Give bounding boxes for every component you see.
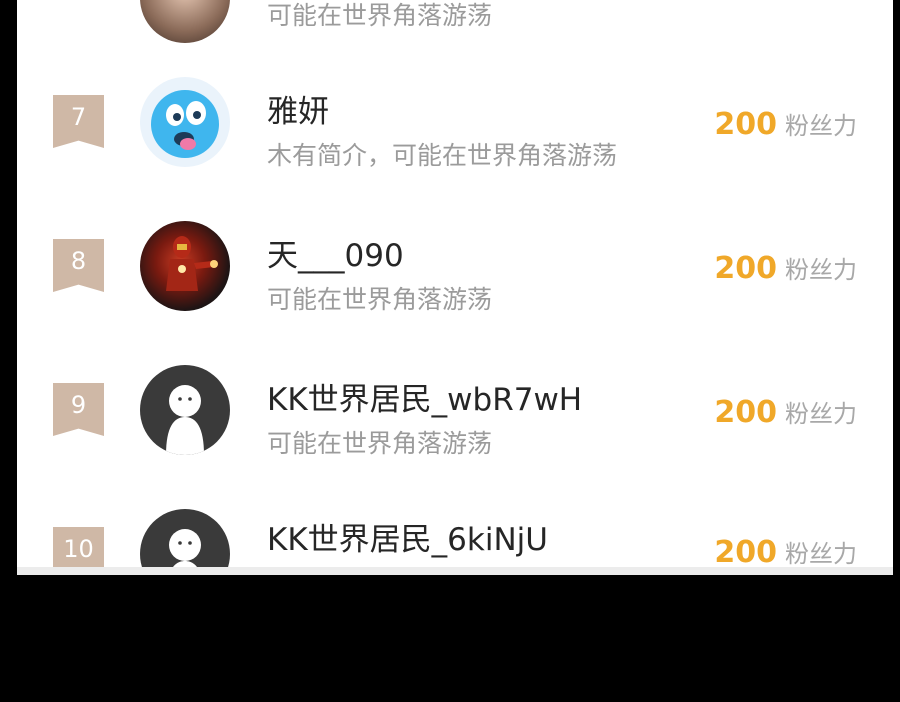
- user-desc: 木有简介，可能在世界角落游荡: [267, 141, 618, 170]
- user-name[interactable]: 雅妍: [267, 86, 329, 131]
- fan-score: 200 粉丝力: [714, 534, 857, 570]
- fan-score: 200 粉丝力: [714, 394, 857, 430]
- user-desc: 可能在世界角落游荡: [267, 429, 493, 458]
- user-avatar[interactable]: [140, 77, 230, 167]
- fan-score: 200 粉丝力: [714, 250, 857, 286]
- user-avatar[interactable]: [140, 221, 230, 311]
- fan-ranking-list: 可能在世界角落游荡 7 雅妍 木有简介，可能在世界角落游荡 200 粉丝力 8: [17, 0, 893, 575]
- default-avatar-icon: [169, 529, 201, 575]
- ranking-row[interactable]: 10 KK世界居民_6kiNjU 200 粉丝力: [17, 504, 893, 575]
- user-name[interactable]: KK世界居民_wbR7wH: [267, 374, 582, 419]
- rank-number: 8: [70, 247, 87, 275]
- fan-score-value: 200: [714, 535, 777, 570]
- rank-badge: 7: [53, 95, 104, 148]
- ranking-row[interactable]: 8 天___090 可能在世界角落游荡 200 粉丝力: [17, 216, 893, 360]
- iron-man-avatar-icon: [166, 236, 218, 291]
- ranking-row[interactable]: 可能在世界角落游荡: [17, 0, 893, 43]
- ranking-row[interactable]: 9 KK世界居民_wbR7wH 可能在世界角落游荡 200 粉丝力: [17, 360, 893, 504]
- rank-badge: 8: [53, 239, 104, 292]
- fan-score-value: 200: [714, 251, 777, 286]
- user-avatar[interactable]: [140, 365, 230, 455]
- emoji-avatar-icon: [151, 90, 219, 158]
- fan-score-unit: 粉丝力: [785, 256, 857, 284]
- fan-score-unit: 粉丝力: [785, 112, 857, 140]
- fan-score-value: 200: [714, 107, 777, 142]
- fan-score-value: 200: [714, 395, 777, 430]
- fan-score-unit: 粉丝力: [785, 540, 857, 568]
- rank-number: 7: [70, 103, 87, 131]
- user-avatar[interactable]: [140, 509, 230, 575]
- ranking-row[interactable]: 7 雅妍 木有简介，可能在世界角落游荡 200 粉丝力: [17, 72, 893, 216]
- fan-score-unit: 粉丝力: [785, 400, 857, 428]
- rank-number: 9: [70, 391, 87, 419]
- user-desc: 可能在世界角落游荡: [267, 285, 493, 314]
- fan-score: 200 粉丝力: [714, 106, 857, 142]
- default-avatar-icon: [166, 385, 204, 455]
- user-desc: 可能在世界角落游荡: [267, 1, 493, 30]
- user-name[interactable]: 天___090: [267, 230, 404, 275]
- rank-badge: 9: [53, 383, 104, 436]
- user-name[interactable]: KK世界居民_6kiNjU: [267, 514, 548, 559]
- rank-number: 10: [63, 535, 94, 563]
- list-bottom-divider: [17, 567, 893, 575]
- user-avatar[interactable]: [140, 0, 230, 43]
